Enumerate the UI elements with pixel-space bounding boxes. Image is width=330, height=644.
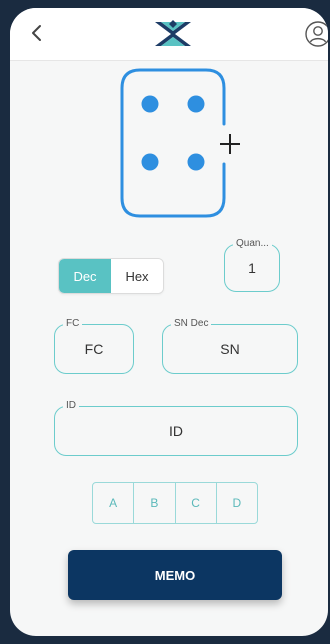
profile-button[interactable] <box>304 20 328 48</box>
hex-option[interactable]: Hex <box>111 259 163 293</box>
sn-value: SN <box>220 341 240 357</box>
header-bar <box>10 8 328 61</box>
chevron-left-icon <box>32 25 41 41</box>
app-screen: Dec Hex Quan... 1 FC FC SN Dec SN ID ID … <box>10 8 328 636</box>
remote-card-graphic[interactable] <box>116 66 250 226</box>
channel-d-button[interactable]: D <box>217 483 257 523</box>
button-dot-2 <box>187 95 205 113</box>
dec-option[interactable]: Dec <box>59 259 111 293</box>
sn-field[interactable]: SN Dec SN <box>162 318 298 374</box>
channel-b-button[interactable]: B <box>134 483 176 523</box>
channel-selector: A B C D <box>92 482 258 524</box>
fc-value: FC <box>84 341 104 357</box>
quantity-value: 1 <box>248 260 256 276</box>
id-value: ID <box>169 423 183 439</box>
user-profile-icon <box>305 21 328 47</box>
dec-hex-toggle: Dec Hex <box>58 258 164 294</box>
button-dot-4 <box>187 153 205 171</box>
memo-button[interactable]: MEMO <box>68 550 282 600</box>
device-frame: Dec Hex Quan... 1 FC FC SN Dec SN ID ID … <box>0 0 330 644</box>
button-dot-3 <box>141 153 159 171</box>
quantity-field[interactable]: Quan... 1 <box>224 238 280 292</box>
back-button[interactable] <box>24 20 50 46</box>
quantity-label: Quan... <box>233 238 272 250</box>
brand-logo-icon <box>155 20 191 46</box>
id-label: ID <box>63 400 79 412</box>
id-field[interactable]: ID ID <box>54 400 298 456</box>
card-outline <box>120 68 226 218</box>
fc-label: FC <box>63 318 83 330</box>
fc-field[interactable]: FC FC <box>54 318 134 374</box>
channel-c-button[interactable]: C <box>176 483 217 523</box>
channel-a-button[interactable]: A <box>93 483 135 523</box>
sn-label: SN Dec <box>171 318 212 330</box>
button-dot-1 <box>141 95 159 113</box>
